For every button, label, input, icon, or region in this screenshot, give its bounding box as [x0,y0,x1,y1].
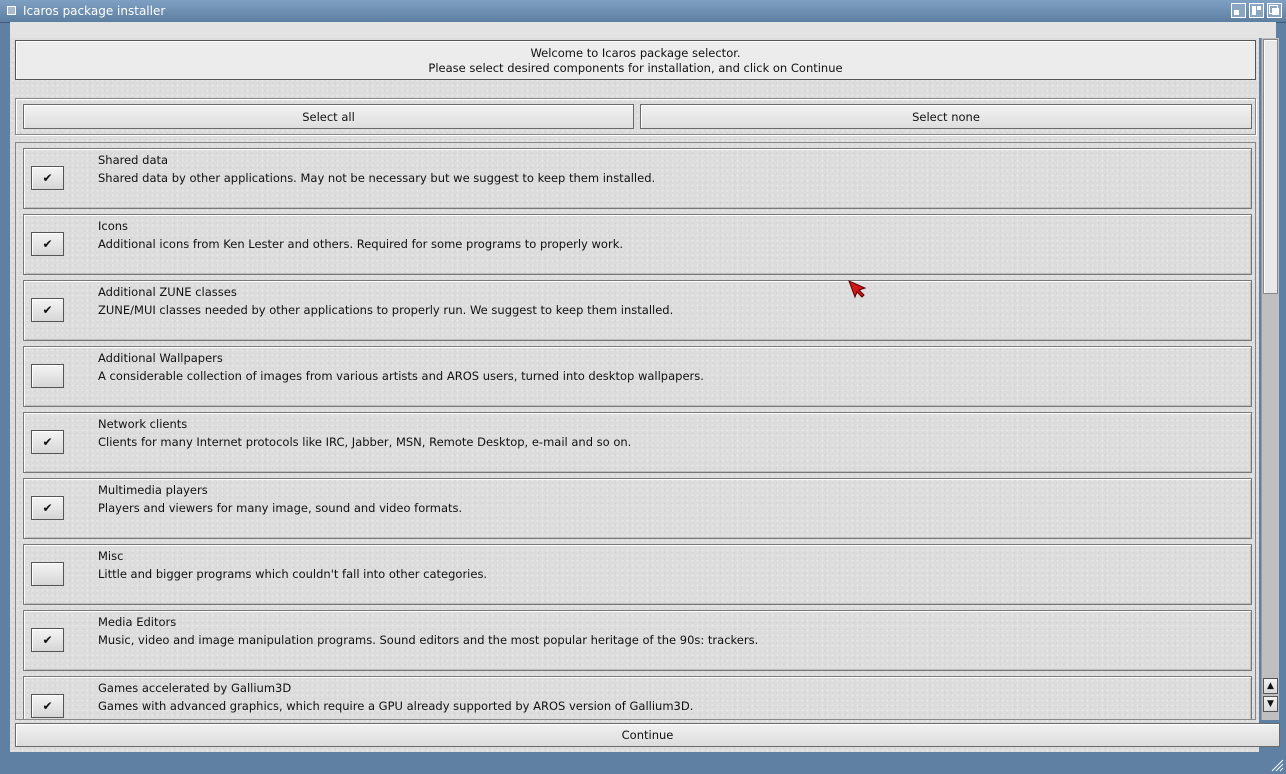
package-checkbox-shared-data[interactable]: ✔ [31,166,64,190]
title-bar[interactable]: Icaros package installer [0,0,1286,23]
iconify-icon[interactable] [1231,3,1246,18]
package-description: A considerable collection of images from… [98,369,704,383]
package-description: Games with advanced graphics, which requ… [98,699,694,713]
package-description: Music, video and image manipulation prog… [98,633,759,647]
package-name: Media Editors [98,615,177,629]
package-checkbox-multimedia-players[interactable]: ✔ [31,496,64,520]
package-name: Network clients [98,417,188,431]
package-row-shared-data: ✔ Shared data Shared data by other appli… [23,148,1252,209]
package-row-media-editors: ✔ Media Editors Music, video and image m… [23,610,1252,671]
window-gadgets [1231,3,1282,18]
package-name: Additional ZUNE classes [98,285,237,299]
vertical-scrollbar[interactable]: ▲ ▼ [1261,38,1279,720]
depth-icon[interactable] [1267,3,1282,18]
select-none-button[interactable]: Select none [640,104,1252,129]
package-checkbox-network-clients[interactable]: ✔ [31,430,64,454]
scrollbar-thumb[interactable] [1263,39,1278,294]
continue-button[interactable]: Continue [15,723,1280,747]
welcome-panel: Welcome to Icaros package selector. Plea… [15,40,1256,80]
window-title: Icaros package installer [23,4,166,18]
package-checkbox-misc[interactable] [31,562,64,586]
scroll-up-icon[interactable]: ▲ [1263,678,1278,694]
package-row-misc: Misc Little and bigger programs which co… [23,544,1252,605]
scroll-down-icon[interactable]: ▼ [1263,696,1278,712]
package-row-wallpapers: Additional Wallpapers A considerable col… [23,346,1252,407]
package-row-gallium3d-games: ✔ Games accelerated by Gallium3D Games w… [23,676,1252,719]
mouse-pointer-icon [848,280,867,299]
package-name: Shared data [98,153,169,167]
package-list: ✔ Shared data Shared data by other appli… [15,142,1256,720]
package-name: Misc [98,549,124,563]
package-row-multimedia-players: ✔ Multimedia players Players and viewers… [23,478,1252,539]
resize-grip-icon[interactable] [1270,758,1284,772]
package-name: Games accelerated by Gallium3D [98,681,292,695]
package-description: Players and viewers for many image, soun… [98,501,463,515]
package-checkbox-icons[interactable]: ✔ [31,232,64,256]
package-description: Additional icons from Ken Lester and oth… [98,237,624,251]
installer-window: Icaros package installer Welcome to Icar… [0,0,1286,774]
welcome-line-2: Please select desired components for ins… [428,61,843,75]
content-top-border [10,22,1276,38]
zoom-icon[interactable] [1249,3,1264,18]
package-checkbox-gallium3d-games[interactable]: ✔ [31,694,64,718]
welcome-line-1: Welcome to Icaros package selector. [530,46,741,60]
package-description: Shared data by other applications. May n… [98,171,656,185]
close-window-icon[interactable] [7,6,16,15]
package-row-zune-classes: ✔ Additional ZUNE classes ZUNE/MUI class… [23,280,1252,341]
package-row-icons: ✔ Icons Additional icons from Ken Lester… [23,214,1252,275]
package-checkbox-media-editors[interactable]: ✔ [31,628,64,652]
package-row-network-clients: ✔ Network clients Clients for many Inter… [23,412,1252,473]
package-description: Clients for many Internet protocols like… [98,435,632,449]
package-name: Icons [98,219,129,233]
package-description: Little and bigger programs which couldn'… [98,567,488,581]
package-checkbox-zune-classes[interactable]: ✔ [31,298,64,322]
package-checkbox-wallpapers[interactable] [31,364,64,388]
package-name: Multimedia players [98,483,208,497]
select-all-button[interactable]: Select all [23,104,634,129]
package-name: Additional Wallpapers [98,351,223,365]
package-description: ZUNE/MUI classes needed by other applica… [98,303,674,317]
